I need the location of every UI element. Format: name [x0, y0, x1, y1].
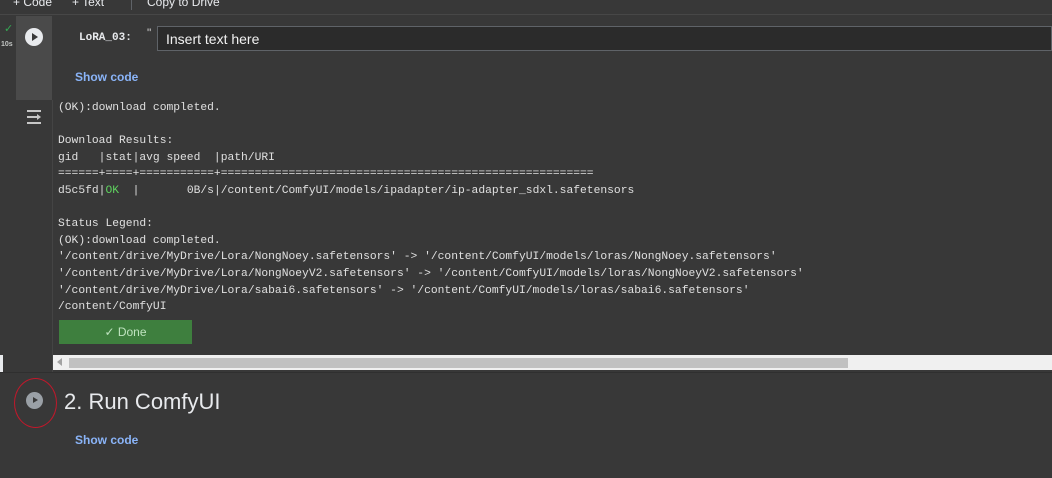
- output-line: '/content/drive/MyDrive/Lora/NongNoeyV2.…: [58, 267, 804, 280]
- output-gutter: [16, 100, 52, 372]
- notebook-toolbar: + Code + Text Copy to Drive: [0, 0, 1052, 15]
- output-options-icon[interactable]: [26, 108, 44, 126]
- output-line: '/content/drive/MyDrive/Lora/sabai6.safe…: [58, 284, 750, 297]
- param-label: LoRA_03:: [79, 32, 132, 44]
- output-line: Download Results:: [58, 135, 174, 148]
- execution-time: 10s: [1, 41, 13, 48]
- ok-status: OK: [105, 184, 120, 197]
- output-line-ok: d5c5fd|OK | 0B/s|/content/ComfyUI/models…: [58, 184, 635, 197]
- run-cell-button[interactable]: [25, 28, 43, 46]
- output-line: /content/ComfyUI: [58, 301, 167, 314]
- scrollbar-thumb[interactable]: [69, 358, 848, 368]
- check-icon: ✓: [4, 23, 14, 35]
- toolbar-divider: [131, 0, 132, 10]
- execution-status: ✓ 10s: [0, 20, 16, 48]
- output-line: '/content/drive/MyDrive/Lora/NongNoey.sa…: [58, 251, 777, 264]
- scroll-left-arrow-icon[interactable]: [57, 358, 62, 366]
- output-line: ======+====+===========+================…: [58, 168, 594, 181]
- section-show-code-link[interactable]: Show code: [75, 433, 138, 447]
- annotation-circle: [14, 378, 57, 428]
- lora-03-input[interactable]: [157, 26, 1052, 51]
- copy-to-drive-button[interactable]: Copy to Drive: [147, 0, 220, 9]
- show-code-link[interactable]: Show code: [75, 70, 138, 84]
- cell-focus-marker: [0, 355, 3, 372]
- done-status-button: ✓ Done: [59, 320, 192, 344]
- output-line: gid |stat|avg speed |path/URI: [58, 151, 275, 164]
- output-line: Status Legend:: [58, 218, 153, 231]
- output-line: (OK):download completed.: [58, 234, 221, 247]
- param-quote: ": [147, 26, 152, 40]
- output-line: (OK):download completed.: [58, 102, 221, 114]
- cell-divider: [0, 372, 1052, 373]
- add-code-button[interactable]: + Code: [13, 0, 52, 9]
- output-text: (OK):download completed. Download Result…: [58, 100, 804, 316]
- section-heading: 2. Run ComfyUI: [64, 389, 221, 414]
- add-text-button[interactable]: + Text: [72, 0, 104, 9]
